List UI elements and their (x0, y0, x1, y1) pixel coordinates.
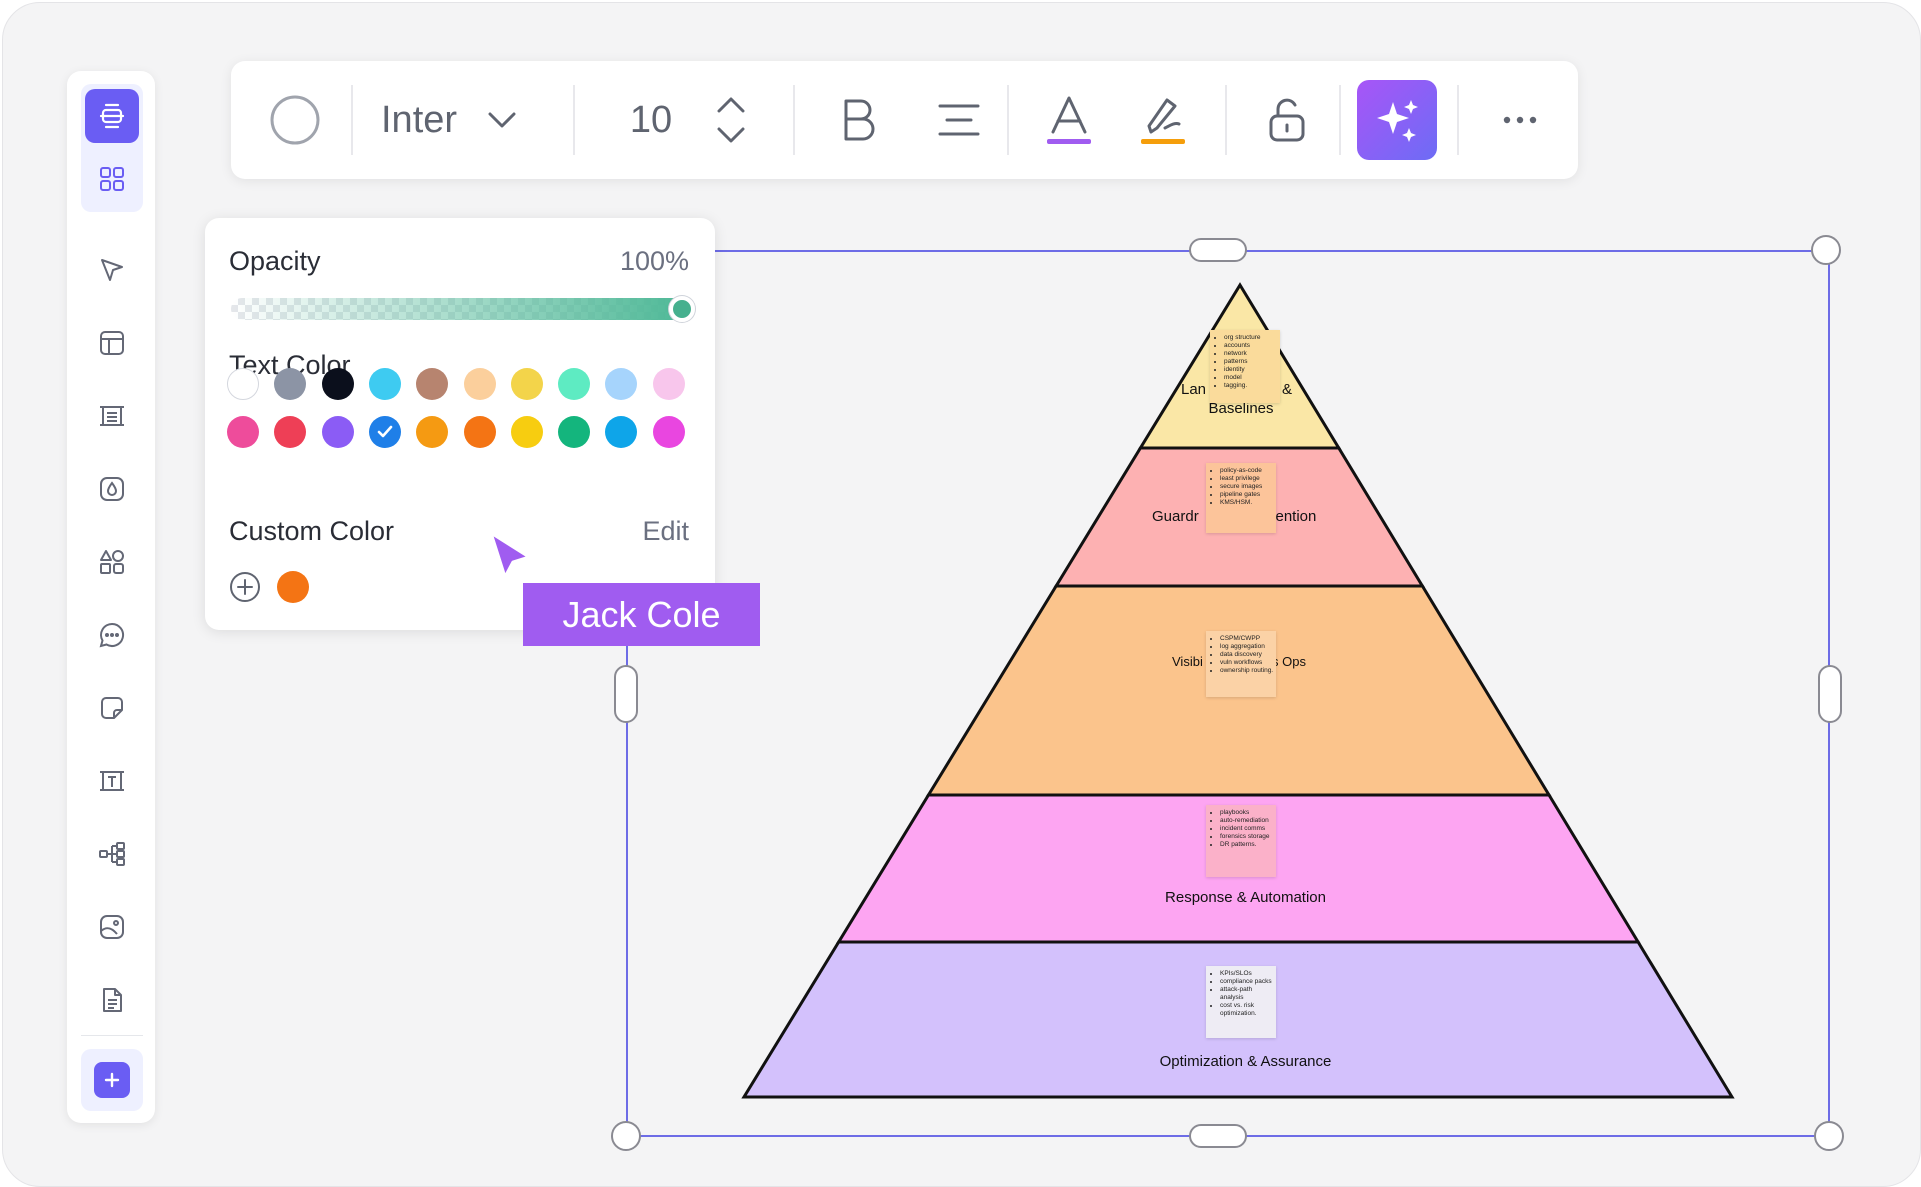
pyramid-layer-3[interactable] (925, 584, 1552, 797)
color-swatch[interactable] (227, 368, 259, 400)
color-swatch[interactable] (605, 368, 638, 400)
pyramid-layer-1[interactable] (1137, 282, 1342, 450)
resize-handle-right[interactable] (1818, 665, 1842, 723)
color-swatch[interactable] (463, 416, 496, 448)
collaborator-name-tag: Jack Cole (523, 583, 760, 646)
color-swatch[interactable] (416, 368, 449, 400)
resize-handle-bottom-left[interactable] (611, 1121, 641, 1151)
color-swatch[interactable] (510, 368, 543, 400)
resize-handle-top-right[interactable] (1811, 235, 1841, 265)
custom-color-swatch[interactable] (277, 571, 309, 603)
collaborator-cursor-icon (489, 531, 531, 579)
custom-color-label: Custom Color (229, 516, 395, 546)
resize-handle-bottom-right[interactable] (1814, 1121, 1844, 1151)
color-swatch[interactable] (558, 416, 591, 448)
opacity-value: 100% (619, 246, 689, 276)
color-swatch[interactable] (368, 368, 401, 400)
resize-handle-top[interactable] (1189, 238, 1247, 262)
app-canvas[interactable]: Inter 10 Lan & Baselines Guardr vention … (2, 2, 1921, 1187)
color-swatch[interactable] (321, 416, 354, 448)
color-swatch[interactable] (652, 416, 685, 448)
opacity-slider-thumb[interactable] (669, 296, 695, 322)
add-custom-color-icon[interactable] (229, 571, 261, 603)
pyramid-layer-4[interactable] (836, 793, 1641, 944)
color-swatch[interactable] (558, 368, 591, 400)
color-swatch[interactable] (321, 368, 354, 400)
color-swatch[interactable] (416, 416, 449, 448)
color-swatch[interactable] (652, 368, 685, 400)
resize-handle-left[interactable] (614, 665, 638, 723)
color-swatch[interactable] (510, 416, 543, 448)
color-swatch[interactable] (227, 416, 259, 448)
pyramid-layer-5[interactable] (741, 940, 1735, 1099)
color-swatch-selected[interactable] (368, 416, 401, 448)
resize-handle-bottom[interactable] (1189, 1124, 1247, 1148)
color-swatch[interactable] (274, 416, 307, 448)
check-icon (377, 425, 393, 438)
color-swatch[interactable] (605, 416, 638, 448)
color-swatch[interactable] (463, 368, 496, 400)
text-style-popover: Opacity 100% Text Color Custom Color Edi… (205, 218, 715, 630)
opacity-label: Opacity (229, 246, 321, 276)
pyramid-layer-2[interactable] (1053, 446, 1426, 588)
color-swatch[interactable] (274, 368, 307, 400)
edit-link[interactable]: Edit (642, 516, 689, 547)
opacity-slider[interactable] (231, 298, 689, 320)
